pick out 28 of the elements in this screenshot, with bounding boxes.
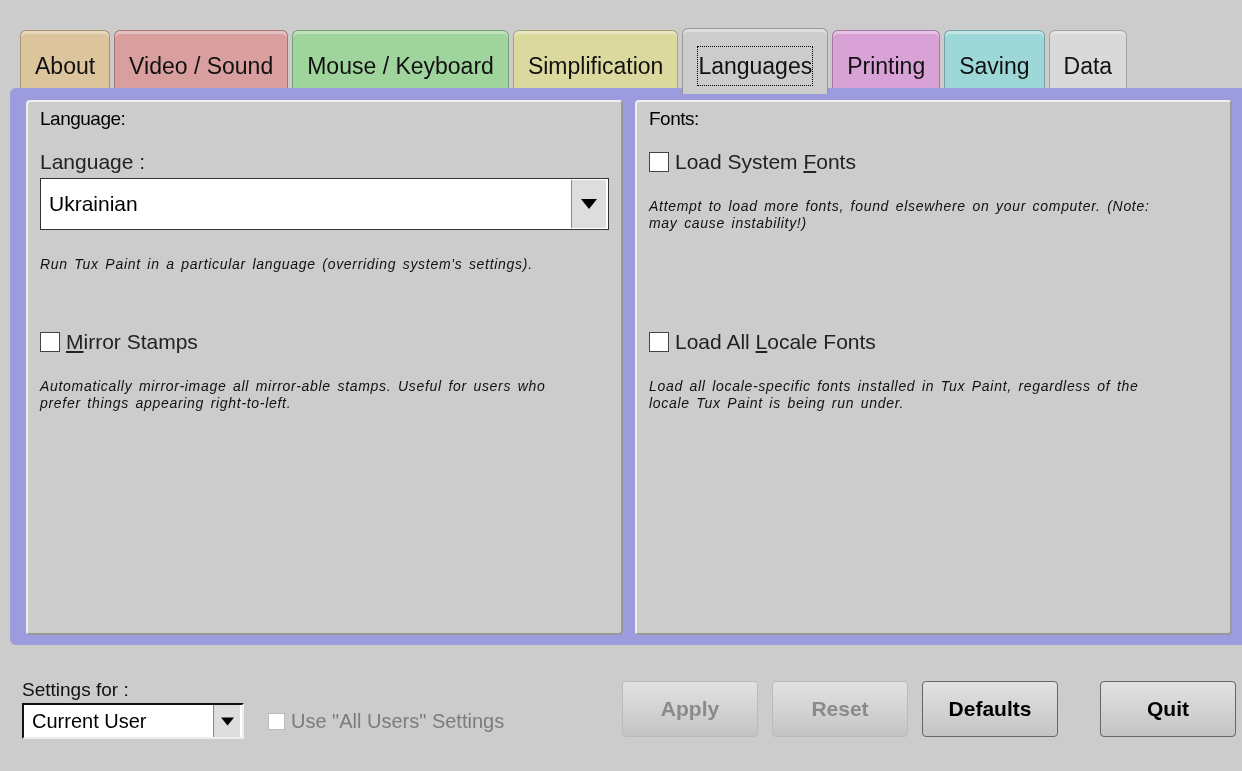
settings-label: Settings for : bbox=[22, 679, 129, 701]
tab[interactable]: Data bbox=[1048, 30, 1128, 88]
description-text: Run Tux Paint in a particular language (overriding system's settings). bbox=[40, 256, 533, 273]
group-title: Fonts: bbox=[649, 108, 699, 130]
checkbox-option[interactable]: Load All Locale Fonts bbox=[649, 330, 876, 354]
user-dropdown[interactable]: Current User bbox=[22, 703, 244, 739]
description-text: Load all locale-specific fonts installed in Tux Paint, regardless of the locale Tux Paint is being run under. bbox=[649, 378, 1140, 412]
language-dropdown[interactable]: Ukrainian bbox=[40, 178, 609, 230]
checkbox[interactable] bbox=[649, 152, 669, 172]
checkbox[interactable] bbox=[40, 332, 60, 352]
field-label: Language : bbox=[40, 150, 146, 174]
tab[interactable]: Simplification bbox=[512, 30, 679, 88]
dialog-button[interactable]: Quit bbox=[1100, 681, 1236, 737]
dialog-button[interactable]: Defaults bbox=[922, 681, 1058, 737]
description-text: Automatically mirror-image all mirror-able stamps. Useful for users who prefer things appearing right-to-left. bbox=[40, 378, 547, 412]
tab[interactable]: About bbox=[20, 30, 111, 88]
checkbox-option[interactable]: Load System Fonts bbox=[649, 150, 856, 174]
checkbox[interactable] bbox=[649, 332, 669, 352]
tab[interactable]: Printing bbox=[832, 30, 941, 88]
tab[interactable]: Video / Sound bbox=[114, 30, 289, 88]
description-text: Attempt to load more fonts, found elsewhere on your computer. (Note: may cause instability!) bbox=[649, 198, 1151, 232]
group-title: Language: bbox=[40, 108, 126, 130]
tab[interactable]: Mouse / Keyboard bbox=[292, 30, 509, 88]
checkbox-option[interactable]: Mirror Stamps bbox=[40, 330, 198, 354]
tab[interactable]: Languages bbox=[682, 28, 829, 94]
dropdown-arrow-icon bbox=[220, 716, 234, 726]
dropdown-arrow-icon bbox=[581, 199, 597, 209]
tab[interactable]: Saving bbox=[944, 30, 1045, 88]
